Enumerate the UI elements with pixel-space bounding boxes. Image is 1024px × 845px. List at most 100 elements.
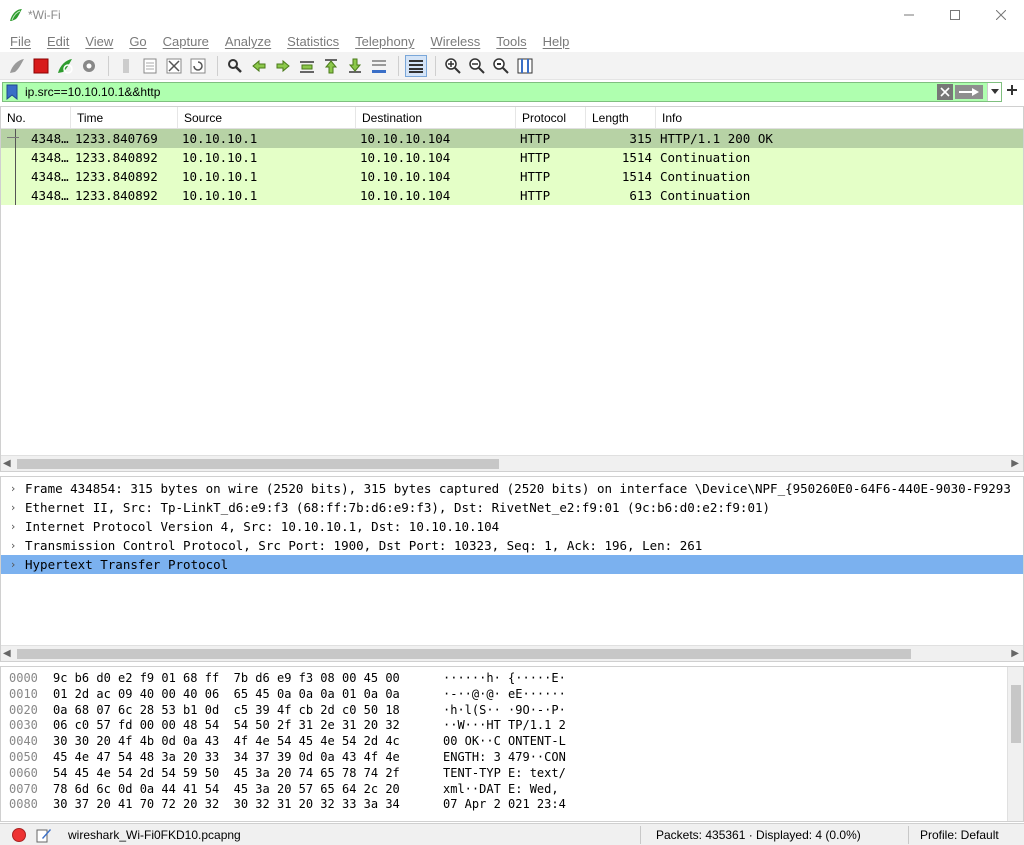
packet-length: 1514 [621, 169, 652, 184]
chevron-right-icon[interactable]: › [1, 501, 25, 514]
scroll-thumb[interactable] [17, 459, 499, 469]
menu-go[interactable]: Go [123, 34, 152, 49]
bytes-row[interactable]: 0000 9c b6 d0 e2 f9 01 68 ff 7b d6 e9 f3 … [1, 671, 1023, 687]
bytes-row[interactable]: 0030 06 c0 57 fd 00 00 48 54 54 50 2f 31 … [1, 718, 1023, 734]
close-button[interactable] [978, 0, 1024, 30]
chevron-right-icon[interactable]: › [1, 558, 25, 571]
close-file-button[interactable] [163, 55, 185, 77]
related-packet-line-icon [5, 167, 31, 186]
zoom-out-button[interactable] [466, 55, 488, 77]
scroll-thumb[interactable] [1011, 685, 1021, 743]
menu-wireless[interactable]: Wireless [424, 34, 486, 49]
capture-options-button[interactable] [78, 55, 100, 77]
find-packet-button[interactable] [224, 55, 246, 77]
clear-filter-button[interactable] [937, 84, 953, 100]
filter-controls [937, 83, 1001, 101]
go-to-packet-button[interactable] [296, 55, 318, 77]
arrow-right-icon [959, 88, 979, 96]
column-header-info[interactable]: Info [656, 107, 1023, 128]
maximize-button[interactable] [932, 0, 978, 30]
scroll-left-icon[interactable]: ◀ [3, 456, 11, 472]
detail-tree-item[interactable]: › Internet Protocol Version 4, Src: 10.1… [1, 517, 1023, 536]
bytes-row[interactable]: 0050 45 4e 47 54 48 3a 20 33 34 37 39 0d … [1, 750, 1023, 766]
restart-capture-button[interactable] [54, 55, 76, 77]
menu-tools[interactable]: Tools [490, 34, 532, 49]
bytes-row[interactable]: 0010 01 2d ac 09 40 00 40 06 65 45 0a 0a … [1, 687, 1023, 703]
main-toolbar [0, 52, 1024, 80]
save-file-button[interactable] [139, 55, 161, 77]
expert-info-icon[interactable] [12, 827, 26, 842]
display-filter-bar: ip.src==10.10.10.1&&http [0, 81, 1024, 103]
packet-list-header: No. Time Source Destination Protocol Len… [1, 107, 1023, 129]
stop-capture-button[interactable] [30, 55, 52, 77]
byte-offset: 0000 [9, 671, 38, 685]
reload-file-button[interactable] [187, 55, 209, 77]
packet-list-hscrollbar[interactable]: ◀ ▶ [1, 455, 1023, 471]
go-back-button[interactable] [248, 55, 270, 77]
byte-hex: 45 4e 47 54 48 3a 20 33 34 37 39 0d 0a 4… [53, 749, 400, 764]
add-filter-button[interactable] [1002, 83, 1022, 101]
packet-row[interactable]: 4348… 1233.840892 10.10.10.1 10.10.10.10… [1, 148, 1023, 167]
column-header-length[interactable]: Length [586, 107, 656, 128]
menu-capture[interactable]: Capture [157, 34, 215, 49]
menu-telephony[interactable]: Telephony [349, 34, 420, 49]
minimize-button[interactable] [886, 0, 932, 30]
byte-ascii: ENGTH: 3 479··CON [443, 749, 566, 764]
detail-tree-item[interactable]: › Transmission Control Protocol, Src Por… [1, 536, 1023, 555]
column-header-protocol[interactable]: Protocol [516, 107, 586, 128]
column-header-time[interactable]: Time [71, 107, 178, 128]
normal-size-button[interactable] [490, 55, 512, 77]
menu-file[interactable]: File [4, 34, 37, 49]
menu-statistics[interactable]: Statistics [281, 34, 345, 49]
bytes-row[interactable]: 0070 78 6d 6c 0d 0a 44 41 54 45 3a 20 57 … [1, 782, 1023, 798]
packet-row[interactable]: 4348… 1233.840769 10.10.10.1 10.10.10.10… [1, 129, 1023, 148]
column-header-no[interactable]: No. [1, 107, 71, 128]
colorize-button[interactable] [405, 54, 427, 77]
title-bar: *Wi-Fi [0, 0, 1024, 30]
scroll-right-icon[interactable]: ▶ [1011, 646, 1019, 661]
packet-row[interactable]: 4348… 1233.840892 10.10.10.1 10.10.10.10… [1, 186, 1023, 205]
chevron-right-icon[interactable]: › [1, 539, 25, 552]
go-forward-button[interactable] [272, 55, 294, 77]
apply-filter-button[interactable] [955, 85, 983, 99]
chevron-right-icon[interactable]: › [1, 482, 25, 495]
filter-history-dropdown[interactable] [987, 83, 1001, 101]
packet-no-cell: 4348… [1, 167, 71, 186]
detail-tree-item[interactable]: › Ethernet II, Src: Tp-LinkT_d6:e9:f3 (6… [1, 498, 1023, 517]
details-hscrollbar[interactable]: ◀ ▶ [1, 645, 1023, 661]
column-header-source[interactable]: Source [178, 107, 356, 128]
bytes-row[interactable]: 0040 30 30 20 4f 4b 0d 0a 43 4f 4e 54 45 … [1, 734, 1023, 750]
bytes-row[interactable]: 0060 54 45 4e 54 2d 54 59 50 45 3a 20 74 … [1, 766, 1023, 782]
byte-hex: 01 2d ac 09 40 00 40 06 65 45 0a 0a 0a 0… [53, 686, 400, 701]
menu-analyze[interactable]: Analyze [219, 34, 277, 49]
packet-row[interactable]: 4348… 1233.840892 10.10.10.1 10.10.10.10… [1, 167, 1023, 186]
detail-tree-item[interactable]: › Frame 434854: 315 bytes on wire (2520 … [1, 479, 1023, 498]
go-last-packet-button[interactable] [344, 55, 366, 77]
resize-columns-button[interactable] [514, 55, 536, 77]
bytes-row[interactable]: 0020 0a 68 07 6c 28 53 b1 0d c5 39 4f cb … [1, 703, 1023, 719]
autoscroll-button[interactable] [368, 55, 390, 77]
packet-details-pane[interactable]: › Frame 434854: 315 bytes on wire (2520 … [0, 476, 1024, 662]
display-filter-input[interactable]: ip.src==10.10.10.1&&http [2, 82, 1002, 102]
bytes-vscrollbar[interactable] [1007, 667, 1023, 821]
scroll-thumb[interactable] [17, 649, 911, 659]
menu-help[interactable]: Help [537, 34, 576, 49]
packet-list-pane[interactable]: No. Time Source Destination Protocol Len… [0, 106, 1024, 472]
profile-status[interactable]: Profile: Default [920, 828, 999, 842]
menu-view[interactable]: View [79, 34, 119, 49]
detail-tree-item[interactable]: › Hypertext Transfer Protocol [1, 555, 1023, 574]
capture-comment-icon[interactable] [36, 827, 52, 843]
capture-file-name: wireshark_Wi-Fi0FKD10.pcapng [68, 827, 241, 842]
menu-edit[interactable]: Edit [41, 34, 75, 49]
bytes-row[interactable]: 0080 30 37 20 41 70 72 20 32 30 32 31 20 … [1, 797, 1023, 813]
go-first-packet-button[interactable] [320, 55, 342, 77]
scroll-left-icon[interactable]: ◀ [3, 646, 11, 661]
start-capture-button[interactable] [6, 55, 28, 77]
zoom-in-button[interactable] [442, 55, 464, 77]
column-header-destination[interactable]: Destination [356, 107, 516, 128]
chevron-right-icon[interactable]: › [1, 520, 25, 533]
open-file-button[interactable] [115, 55, 137, 77]
packet-no: 4348… [31, 150, 69, 165]
scroll-right-icon[interactable]: ▶ [1011, 456, 1019, 472]
packet-bytes-pane[interactable]: 0000 9c b6 d0 e2 f9 01 68 ff 7b d6 e9 f3 … [0, 666, 1024, 822]
